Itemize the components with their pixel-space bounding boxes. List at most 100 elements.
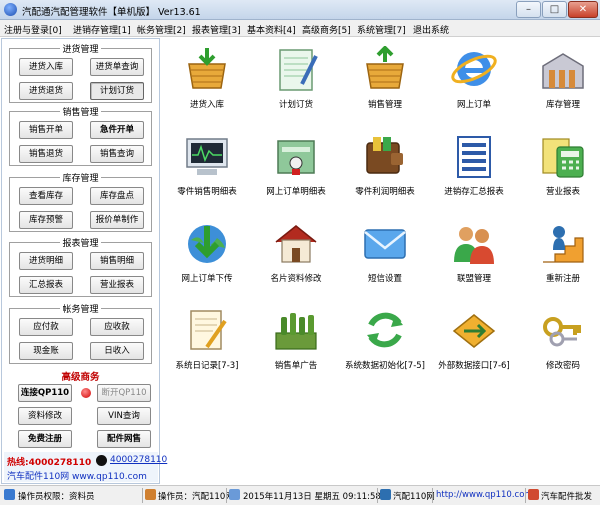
journal-icon xyxy=(190,310,227,350)
tile-online-order-download[interactable]: 网上订单下传 xyxy=(164,216,250,294)
tile-online-order-detail[interactable]: 网上订单明细表 xyxy=(253,129,339,207)
plan-order-button[interactable]: 计划订货 xyxy=(90,82,144,100)
wallet-icon xyxy=(366,137,403,174)
tile-business-report[interactable]: 营业报表 xyxy=(520,129,600,207)
warehouse-icon xyxy=(542,53,584,89)
tile-label: 零件销售明细表 xyxy=(177,187,237,197)
sales-return-button[interactable]: 销售退货 xyxy=(19,145,73,163)
tile-card-edit[interactable]: 名片资料修改 xyxy=(253,216,339,294)
close-button[interactable]: ✕ xyxy=(568,1,598,18)
sales-detail-button[interactable]: 销售明细 xyxy=(90,252,144,270)
group-sales: 销售管理 销售开单 急件开单 销售退货 销售查询 xyxy=(9,108,152,166)
status-url[interactable]: http://www.qp110.com xyxy=(436,490,533,500)
monitor-chart-icon xyxy=(186,138,228,175)
site-icon xyxy=(380,489,391,500)
vin-query-button[interactable]: VIN查询 xyxy=(97,407,151,425)
laboratory-icon xyxy=(277,140,315,175)
tile-purchase-in[interactable]: 进货入库 xyxy=(164,42,250,120)
tile-label: 进销存汇总报表 xyxy=(444,187,504,197)
stock-alert-button[interactable]: 库存预警 xyxy=(19,211,73,229)
connection-status-icon xyxy=(81,388,91,398)
basket-out-icon xyxy=(366,46,404,89)
tile-stock-manage[interactable]: 库存管理 xyxy=(520,42,600,120)
tile-inventory-summary[interactable]: 进销存汇总报表 xyxy=(431,129,517,207)
tile-online-orders[interactable]: 网上订单 xyxy=(431,42,517,120)
menu-bar: 注册与登录[0] 进销存管理[1] 帐务管理[2] 报表管理[3] 基本资料[4… xyxy=(0,20,600,37)
parts-online-button[interactable]: 配件网售 xyxy=(97,430,151,448)
tile-label: 进货入库 xyxy=(189,100,224,110)
sales-order-button[interactable]: 销售开单 xyxy=(19,121,73,139)
menu-exit[interactable]: 退出系统 xyxy=(413,23,449,36)
tile-label: 销售管理 xyxy=(367,100,402,110)
tile-label: 名片资料修改 xyxy=(270,274,322,284)
summary-report-button[interactable]: 汇总报表 xyxy=(19,276,73,294)
operator-icon xyxy=(145,489,156,500)
tile-label: 外部数据接口[7-6] xyxy=(438,361,510,371)
refresh-icon xyxy=(367,312,403,348)
tile-label: 营业报表 xyxy=(545,187,580,197)
qq-icon[interactable] xyxy=(96,455,107,466)
hotline-label: 热线:4000278110 xyxy=(7,458,92,468)
group-title: 销售管理 xyxy=(60,108,101,118)
purchase-detail-button[interactable]: 进货明细 xyxy=(19,252,73,270)
site-link[interactable]: 汽车配件110网 www.qp110.com xyxy=(7,469,147,482)
app-icon xyxy=(4,3,17,16)
tile-label: 网上订单明细表 xyxy=(266,187,326,197)
status-ad[interactable]: 汽车配件批发 xyxy=(541,490,592,502)
edit-profile-button[interactable]: 资料修改 xyxy=(18,407,72,425)
daily-income-button[interactable]: 日收入 xyxy=(90,342,144,360)
tile-plan-order[interactable]: 计划订货 xyxy=(253,42,339,120)
maximize-button[interactable]: □ xyxy=(542,1,567,18)
urgent-order-button[interactable]: 急件开单 xyxy=(90,121,144,139)
group-title: 进货管理 xyxy=(60,45,101,55)
free-register-button[interactable]: 免费注册 xyxy=(18,430,72,448)
tile-parts-profit-detail[interactable]: 零件利润明细表 xyxy=(342,129,428,207)
view-stock-button[interactable]: 查看库存 xyxy=(19,187,73,205)
tile-change-password[interactable]: 修改密码 xyxy=(520,303,600,381)
tile-parts-sales-detail[interactable]: 零件销售明细表 xyxy=(164,129,250,207)
tile-data-init[interactable]: 系统数据初始化[7-5] xyxy=(342,303,428,381)
group-reports: 报表管理 进货明细 销售明细 汇总报表 营业报表 xyxy=(9,239,152,297)
menu-reports[interactable]: 报表管理[3] xyxy=(192,23,241,36)
menu-basic-data[interactable]: 基本资料[4] xyxy=(247,23,296,36)
stock-count-button[interactable]: 库存盘点 xyxy=(90,187,144,205)
sales-query-button[interactable]: 销售查询 xyxy=(90,145,144,163)
purchase-query-button[interactable]: 进货单查询 xyxy=(90,58,144,76)
menu-system[interactable]: 系统管理[7] xyxy=(357,23,406,36)
people-icon xyxy=(454,227,494,264)
folder-arrows-icon xyxy=(452,314,496,348)
tile-alliance-manage[interactable]: 联盟管理 xyxy=(431,216,517,294)
tile-sms-settings[interactable]: 短信设置 xyxy=(342,216,428,294)
title-bar[interactable]: 汽配通汽配管理软件【单机版】 Ver13.61 – □ ✕ xyxy=(0,0,600,20)
tile-sales-ad[interactable]: 销售单广告 xyxy=(253,303,339,381)
tile-sales-manage[interactable]: 销售管理 xyxy=(342,42,428,120)
receivable-button[interactable]: 应收款 xyxy=(90,318,144,336)
car-icon xyxy=(528,489,539,500)
tile-re-register[interactable]: 重新注册 xyxy=(520,216,600,294)
group-title: 报表管理 xyxy=(60,239,101,249)
quote-make-button[interactable]: 报价单制作 xyxy=(90,211,144,229)
globe-download-icon xyxy=(188,225,226,263)
disconnect-qp110-button[interactable]: 断开QP110 xyxy=(97,384,151,402)
tile-label: 网上订单下传 xyxy=(181,274,233,284)
tile-external-data[interactable]: 外部数据接口[7-6] xyxy=(431,303,517,381)
purchase-return-button[interactable]: 进货退货 xyxy=(19,82,73,100)
connect-qp110-button[interactable]: 连接QP110 xyxy=(18,384,72,402)
minimize-button[interactable]: – xyxy=(516,1,541,18)
menu-inventory[interactable]: 进销存管理[1] xyxy=(73,23,131,36)
tile-label: 计划订货 xyxy=(278,100,313,110)
hotline-link[interactable]: 4000278110 xyxy=(110,455,167,465)
cash-account-button[interactable]: 现金账 xyxy=(19,342,73,360)
menu-advanced[interactable]: 高级商务[5] xyxy=(302,23,351,36)
menu-accounts[interactable]: 帐务管理[2] xyxy=(137,23,186,36)
menu-register-login[interactable]: 注册与登录[0] xyxy=(4,23,62,36)
payable-button[interactable]: 应付款 xyxy=(19,318,73,336)
purchase-in-button[interactable]: 进货入库 xyxy=(19,58,73,76)
basket-in-icon xyxy=(188,48,226,89)
business-report-button[interactable]: 营业报表 xyxy=(90,276,144,294)
sidebar: 进货管理 进货入库 进货单查询 进货退货 计划订货 销售管理 销售开单 急件开单… xyxy=(1,38,167,484)
calculator-icon xyxy=(542,138,584,178)
user-icon xyxy=(4,489,15,500)
status-divider xyxy=(377,488,378,503)
tile-system-log[interactable]: 系统日记录[7-3] xyxy=(164,303,250,381)
